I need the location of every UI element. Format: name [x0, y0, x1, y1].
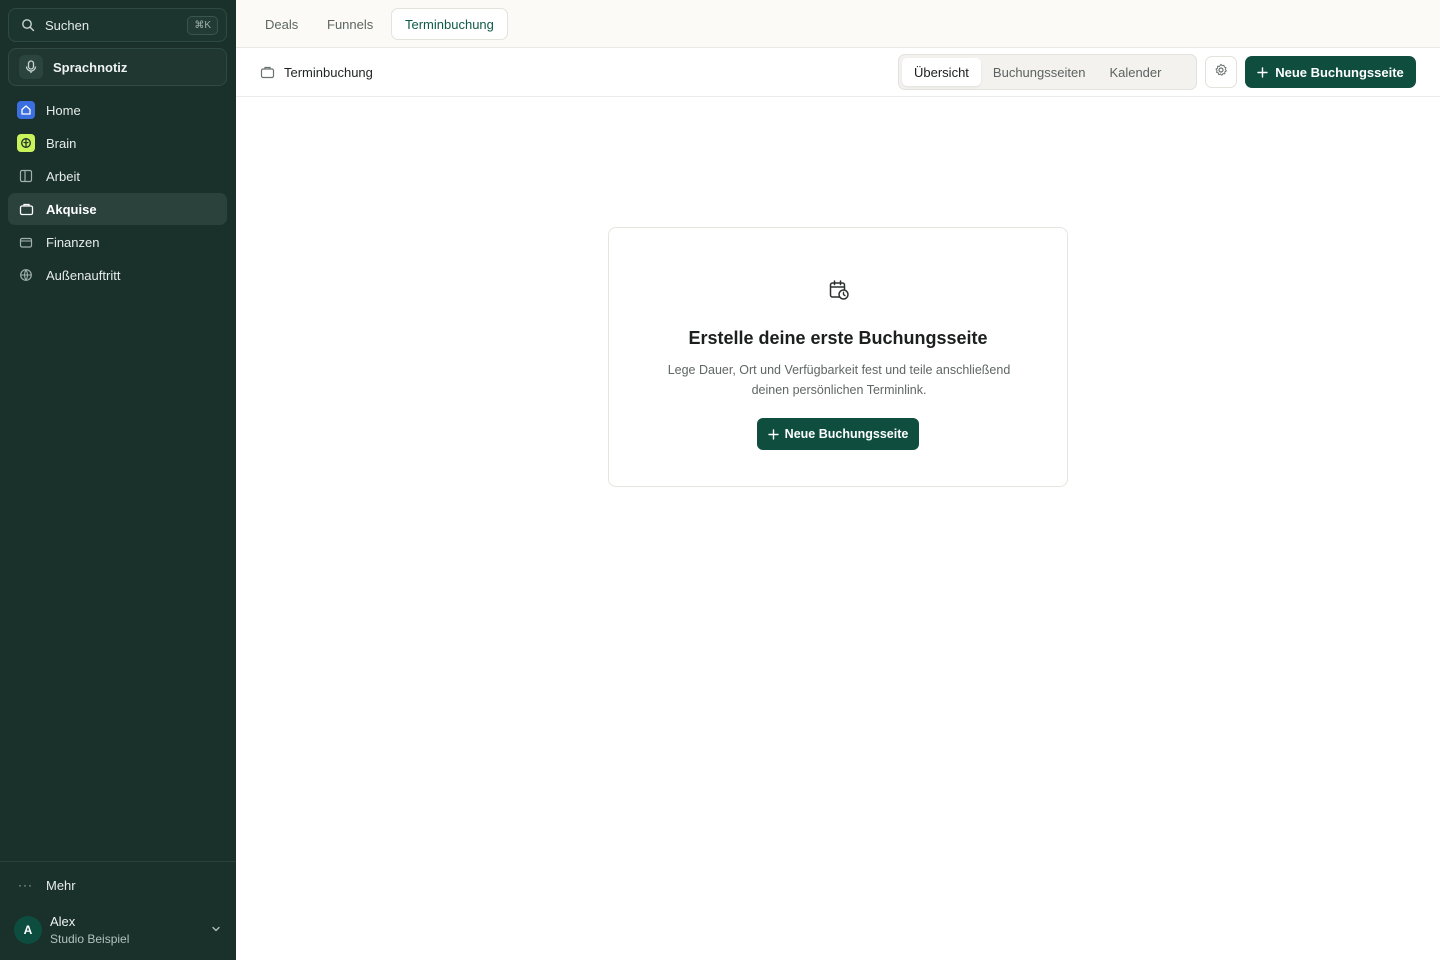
gear-icon	[1214, 63, 1228, 82]
sidebar-item-label: Finanzen	[46, 234, 100, 250]
more-button[interactable]: ··· Mehr	[8, 870, 227, 900]
settings-button[interactable]	[1205, 56, 1237, 88]
sidebar-item-arbeit[interactable]: Arbeit	[8, 160, 227, 192]
new-booking-page-cta[interactable]: Neue Buchungsseite	[757, 418, 919, 450]
sidebar-item-label: Arbeit	[46, 168, 80, 184]
sidebar-divider	[0, 861, 236, 862]
user-org: Studio Beispiel	[50, 932, 130, 946]
user-info: Alex Studio Beispiel	[50, 914, 211, 946]
tab-funnels[interactable]: Funnels	[314, 8, 386, 40]
sidebar: Suchen ⌘K Sprachnotiz Home Brain Arbeit	[0, 0, 236, 960]
search-shortcut: ⌘K	[187, 15, 218, 35]
tab-deals[interactable]: Deals	[252, 8, 311, 40]
new-booking-page-button[interactable]: Neue Buchungsseite	[1245, 56, 1416, 88]
new-booking-page-label: Neue Buchungsseite	[1275, 64, 1404, 80]
empty-state-card: Erstelle deine erste Buchungsseite Lege …	[608, 227, 1068, 487]
user-menu[interactable]: A Alex Studio Beispiel	[8, 908, 227, 952]
view-switcher: Übersicht Buchungsseiten Kalender	[898, 54, 1197, 90]
plus-icon	[1257, 66, 1268, 78]
segment-buchungsseiten[interactable]: Buchungsseiten	[981, 58, 1098, 86]
globe-icon	[17, 266, 35, 284]
chevron-down-icon	[211, 921, 221, 939]
sidebar-item-brain[interactable]: Brain	[8, 127, 227, 159]
voice-note-label: Sprachnotiz	[53, 59, 128, 75]
new-booking-page-cta-label: Neue Buchungsseite	[784, 427, 909, 441]
empty-state-description: Lege Dauer, Ort und Verfügbarkeit fest u…	[667, 363, 1011, 397]
calendar-clock-icon	[827, 278, 851, 302]
more-dots-icon: ···	[18, 878, 33, 892]
mic-icon	[19, 55, 43, 79]
more-label: Mehr	[46, 877, 76, 893]
home-icon	[17, 101, 35, 119]
brain-icon	[17, 134, 35, 152]
user-name: Alex	[50, 914, 76, 929]
segment-uebersicht[interactable]: Übersicht	[902, 58, 981, 86]
empty-state-title: Erstelle deine erste Buchungsseite	[688, 328, 988, 348]
page-title: Terminbuchung	[284, 64, 373, 80]
sidebar-item-aussenauftritt[interactable]: Außenauftritt	[8, 259, 227, 291]
voice-note-button[interactable]: Sprachnotiz	[8, 48, 227, 86]
search-input[interactable]: Suchen ⌘K	[8, 8, 227, 42]
sidebar-item-home[interactable]: Home	[8, 94, 227, 126]
search-icon	[21, 17, 37, 33]
briefcase-icon	[260, 64, 276, 80]
columns-icon	[17, 167, 35, 185]
sidebar-item-label: Akquise	[46, 201, 97, 217]
top-tabs: Deals Funnels Terminbuchung	[236, 0, 1440, 48]
briefcase-icon	[17, 200, 35, 218]
plus-icon	[767, 428, 779, 440]
wallet-icon	[17, 233, 35, 251]
breadcrumb: Terminbuchung	[260, 64, 373, 80]
sidebar-item-finanzen[interactable]: Finanzen	[8, 226, 227, 258]
sidebar-item-label: Außenauftritt	[46, 267, 121, 283]
sidebar-item-label: Brain	[46, 135, 77, 151]
search-label: Suchen	[45, 17, 90, 33]
sidebar-item-label: Home	[46, 102, 81, 118]
sidebar-nav: Home Brain Arbeit Akquise Finanzen Außen…	[8, 94, 227, 292]
sidebar-item-akquise[interactable]: Akquise	[8, 193, 227, 225]
segment-kalender[interactable]: Kalender	[1097, 58, 1173, 86]
page-header: Terminbuchung Übersicht Buchungsseiten K…	[236, 48, 1440, 97]
tab-terminbuchung[interactable]: Terminbuchung	[391, 8, 508, 40]
avatar: A	[14, 916, 42, 944]
